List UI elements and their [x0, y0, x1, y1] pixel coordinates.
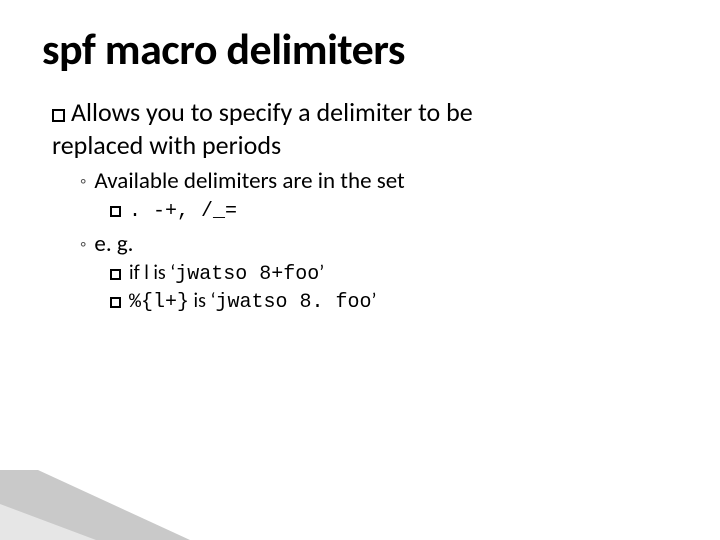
- lvl2-text-b: e. g.: [94, 230, 133, 258]
- bullet-level1: Allows you to specify a delimiter to be …: [52, 96, 660, 161]
- lvl3-b-post: ’: [319, 261, 324, 285]
- square-bullet-icon: [110, 269, 121, 280]
- circle-bullet-icon: ◦: [80, 233, 86, 256]
- square-bullet-icon: [110, 297, 121, 308]
- bullet-level2: ◦ e. g.: [80, 230, 660, 259]
- lvl1-text-line2: replaced with periods: [52, 129, 281, 161]
- slide: spf macro delimiters Allows you to speci…: [0, 0, 720, 540]
- lvl3-b-pre: if l is ‘: [129, 261, 175, 285]
- bullet-level3: %{l+} is ‘jwatso 8. foo’: [110, 289, 660, 315]
- lvl3-c-code2: jwatso 8. foo: [215, 291, 371, 314]
- corner-decoration-icon: [0, 470, 190, 540]
- bullet-level3: . -+, /_=: [110, 198, 660, 224]
- lvl3-b-code: jwatso 8+foo: [175, 263, 319, 286]
- lvl2-text-a: Available delimiters are in the set: [94, 167, 404, 195]
- bullet-level2: ◦ Available delimiters are in the set: [80, 167, 660, 196]
- circle-bullet-icon: ◦: [80, 170, 86, 193]
- square-bullet-icon: [52, 109, 65, 122]
- lvl3-c-post: ’: [372, 289, 377, 313]
- slide-body: Allows you to specify a delimiter to be …: [52, 96, 660, 315]
- lvl3-c-mid: is ‘: [189, 289, 215, 313]
- lvl3-c-code1: %{l+}: [129, 291, 189, 314]
- square-bullet-icon: [110, 206, 121, 217]
- bullet-level3: if l is ‘jwatso 8+foo’: [110, 261, 660, 287]
- slide-title: spf macro delimiters: [42, 22, 405, 76]
- lvl1-text-line1: Allows you to specify a delimiter to be: [71, 96, 473, 128]
- lvl3-text-a: . -+, /_=: [129, 200, 237, 223]
